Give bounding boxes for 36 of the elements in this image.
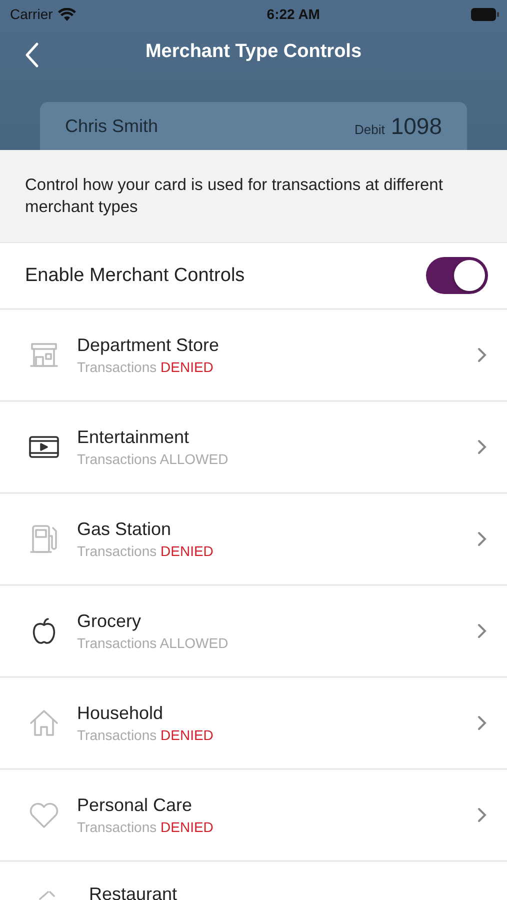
transaction-status: Transactions DENIED: [77, 819, 214, 835]
card-type: Debit: [354, 122, 385, 136]
merchant-row[interactable]: Department Store Transactions DENIED: [0, 310, 507, 402]
transaction-status: Transactions ALLOWED: [77, 451, 230, 467]
chevron-icon: [477, 807, 487, 823]
chevron-icon: [477, 347, 487, 363]
merchant-name: Entertainment: [77, 427, 190, 448]
transaction-status: Transactions DENIED: [77, 727, 214, 743]
chevron-icon: [477, 439, 487, 455]
clock-time: 6:22 AM: [266, 6, 320, 22]
transaction-status: Transactions ALLOWED: [77, 635, 230, 651]
screen-title: Merchant Type Controls: [145, 41, 362, 63]
merchant-name: Gas Station: [77, 519, 172, 540]
card-number: 1098: [390, 112, 442, 140]
merchant-name: Restaurant: [89, 884, 178, 900]
transaction-status: Transactions DENIED: [77, 543, 214, 559]
merchant-row[interactable]: Entertainment Transactions ALLOWED: [0, 402, 507, 494]
merchant-row[interactable]: Personal Care Transactions DENIED: [0, 770, 507, 862]
cardholder-name: Chris Smith: [65, 116, 158, 136]
merchant-name: Grocery: [77, 611, 142, 632]
chevron-icon: [477, 531, 487, 547]
merchant-row[interactable]: Gas Station Transactions DENIED: [0, 494, 507, 586]
chevron-icon: [477, 715, 487, 731]
chevron-icon: [477, 623, 487, 639]
toggle-label: Enable Merchant Controls: [25, 264, 245, 286]
wifi-icon: [58, 8, 76, 20]
description-text: Control how your card is used for transactions at different merchant types: [25, 175, 444, 218]
merchant-name: Personal Care: [77, 795, 194, 816]
battery-icon: [470, 8, 499, 20]
transaction-status: Transactions DENIED: [77, 359, 214, 375]
toggle-switch[interactable]: [426, 257, 488, 294]
merchant-name: Department Store: [77, 335, 220, 356]
merchant-row[interactable]: Grocery Transactions ALLOWED: [0, 586, 507, 678]
merchant-name: Household: [77, 703, 164, 724]
carrier-label: Carrier: [10, 6, 53, 22]
merchant-row[interactable]: Household Transactions DENIED: [0, 678, 507, 770]
